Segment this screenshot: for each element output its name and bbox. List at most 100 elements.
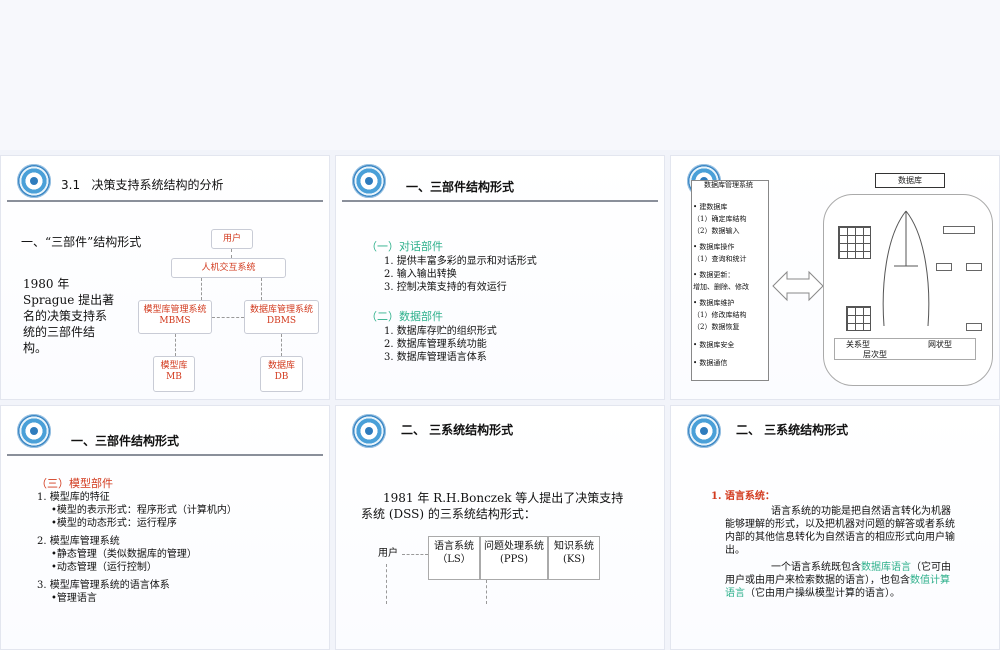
header-divider [342,200,658,202]
connector-line [201,278,202,300]
slide-title: 3.1 决策支持系统结构的分析 [61,176,224,193]
text-span: （它可由 [911,562,951,573]
paragraph-line: 用户或由用户来检索数据的语言），也包含数值计算 [725,574,955,587]
slide-thumbnail-5[interactable]: 二、 三系统结构形式 1981 年 R.H.Bonczek 等人提出了决策支持 … [335,405,665,650]
list-item: 2. 数据库管理系统功能 [384,339,487,350]
university-logo-icon [352,414,386,448]
list-item: • 数据通信 [693,359,728,367]
university-logo-icon [352,164,386,198]
logo-center-dot [30,427,38,435]
slide-thumbnail-1[interactable]: 3.1 决策支持系统结构的分析 一、“三部件”结构形式 1980 年 Sprag… [0,155,330,400]
university-logo-icon [17,164,51,198]
header-divider [7,200,323,202]
list-item: • 建数据库 [693,203,728,211]
slide-thumbnail-2[interactable]: 一、三部件结构形式 （一）对话部件 1. 提供丰富多彩的显示和对话形式 2. 输… [335,155,665,400]
list-item: • 数据库维护 [693,299,735,307]
slide-thumbnail-3[interactable]: 数据库管理系统 • 建数据库 （1）确定库结构 （2）数据输入 • 数据库操作 … [670,155,1000,400]
connector-line [261,278,262,300]
slide-thumbnail-6[interactable]: 二、 三系统结构形式 1. 语言系统： 语言系统的功能是把自然语言转化为机器 能… [670,405,1000,650]
connector-line [402,554,428,555]
item-list: 1. 数据库存贮的组织形式 2. 数据库管理系统功能 3. 数据库管理语言体系 [384,325,497,364]
ks-abbr: (KS) [562,554,586,565]
mb-label: 模型库 [160,361,188,371]
connector-line [386,564,387,604]
hierarchical-tree-icon [882,210,930,327]
highlight-term: 数据库语言 [861,562,911,573]
body-line: 统的三部件结 [23,325,96,339]
db-label: 数据库 [267,361,295,371]
ls-abbr: （LS） [437,554,471,565]
list-item: （1）确定库结构 [693,215,747,223]
body-line: 1980 年 [23,277,70,291]
hierarchical-label: 层次型 [863,350,887,359]
highlight-term: 语言 [725,588,745,599]
list-item: 2. 输入输出转换 [384,269,457,280]
db-abbr: DB [274,372,289,382]
section-heading: 一、“三部件”结构形式 [21,235,142,249]
logo-center-dot [700,427,708,435]
list-item: 3. 数据库管理语言体系 [384,352,487,363]
db-box: 数据库 DB [260,356,303,392]
dbms-panel-title: 数据库管理系统 [704,181,753,189]
list-item: 1. 数据库存贮的组织形式 [384,326,497,337]
paragraph-line: 语言系统的功能是把自然语言转化为机器 [771,506,951,517]
connector-line [486,580,487,604]
hci-box: 人机交互系统 [171,258,286,278]
knowledge-system-box: 知识系统 (KS) [548,536,600,580]
slide-title: 二、 三系统结构形式 [736,423,849,437]
language-system-box: 语言系统 （LS） [428,536,480,580]
list-item: （2）数据恢复 [693,323,740,331]
body-line: Sprague 提出著 [23,293,115,307]
list-item: （1）修改库结构 [693,311,747,319]
body-line: 名的决策支持系 [23,309,108,323]
item-list: 1. 提供丰富多彩的显示和对话形式 2. 输入输出转换 3. 控制决策支持的有效… [384,255,537,294]
item-label: 1. 语言系统： [711,491,775,502]
list-item: 3. 模型库管理系统的语言体系 [37,580,170,591]
list-item: 1. 提供丰富多彩的显示和对话形式 [384,256,537,267]
dbms-function-list: • 建数据库 （1）确定库结构 （2）数据输入 • 数据库操作 （1）查询和统计… [693,201,749,369]
text-span: 用户或由用户来检索数据的语言），也包含 [725,575,910,586]
mb-box: 模型库 MB [153,356,195,392]
mbms-label: 模型库管理系统 [143,305,207,315]
connector-line [175,334,176,356]
header-divider [7,454,323,456]
mbms-abbr: MBMS [159,316,191,326]
text-span: （它由用户操纵模型计算的语言）。 [745,588,900,599]
logo-center-dot [365,177,373,185]
paragraph-line: 一个语言系统既包含数据库语言（它可由 [725,561,955,574]
slide-thumbnail-4[interactable]: 一、三部件结构形式 （三）模型部件 1. 模型库的特征 •模型的表示形式：程序形… [0,405,330,650]
list-item: （2）数据输入 [693,227,740,235]
network-node-icon [966,263,982,271]
problem-processing-system-box: 问题处理系统 (PPS) [480,536,548,580]
slide-title-text: 决策支持系统结构的分析 [91,178,224,192]
section-heading: （一）对话部件 [366,240,443,253]
list-item: 3. 控制决策支持的有效运行 [384,282,507,293]
university-logo-icon [687,414,721,448]
slide-title: 一、三部件结构形式 [71,434,180,448]
connector-line [212,317,244,318]
logo-center-dot [365,427,373,435]
list-item: •模型的表示形式：程序形式（计算机内） [51,505,237,516]
slide-title: 一、三部件结构形式 [406,180,515,194]
user-label: 用户 [378,548,398,559]
list-item: 2. 模型库管理系统 [37,536,120,547]
paragraph-line: 能够理解的形式，以及把机器对问题的解答或者系统 [725,519,955,530]
network-label: 网状型 [928,340,952,349]
list-item: 1. 模型库的特征 [37,492,110,503]
connector-line [281,334,282,356]
list-item: •动态管理（运行控制） [51,562,157,573]
user-box: 用户 [211,229,253,249]
list-item: • 数据库操作 [693,243,735,251]
highlight-term: 数值计算 [910,575,950,586]
body-line: 构。 [23,341,48,355]
network-node-icon [936,263,952,271]
logo-center-dot [30,177,38,185]
paragraph-line: 内部的其他信息转化为自然语言的相应形式向用户输 [725,532,955,543]
dbms-label: 数据库管理系统 [249,305,313,315]
pps-abbr: (PPS) [499,554,529,565]
paragraph: 语言系统的功能是把自然语言转化为机器 能够理解的形式，以及把机器对问题的解答或者… [725,505,955,600]
list-item: •静态管理（类似数据库的管理） [51,549,197,560]
paragraph-line: 语言（它由用户操纵模型计算的语言）。 [725,587,955,600]
pps-label: 问题处理系统 [484,541,544,552]
dbms-abbr: DBMS [266,316,297,326]
